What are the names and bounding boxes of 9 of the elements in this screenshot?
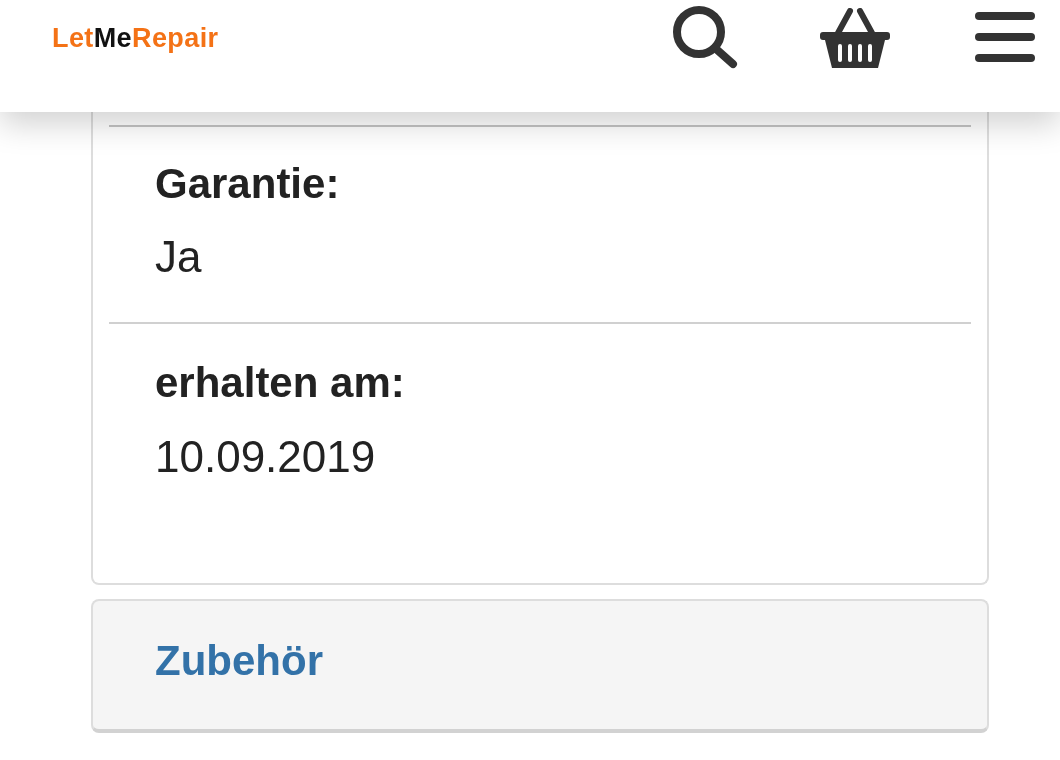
field-value: Ja <box>155 231 203 284</box>
field-label: erhalten am: <box>155 358 406 409</box>
logo[interactable]: LetMeRepair <box>52 22 219 54</box>
field-value: 10.09.2019 <box>155 430 377 483</box>
search-icon[interactable] <box>672 5 738 69</box>
basket-icon[interactable] <box>820 8 890 68</box>
menu-icon[interactable] <box>975 12 1035 62</box>
field-label: Garantie: <box>155 159 341 209</box>
accordion-header[interactable]: Zubehör <box>91 599 989 734</box>
